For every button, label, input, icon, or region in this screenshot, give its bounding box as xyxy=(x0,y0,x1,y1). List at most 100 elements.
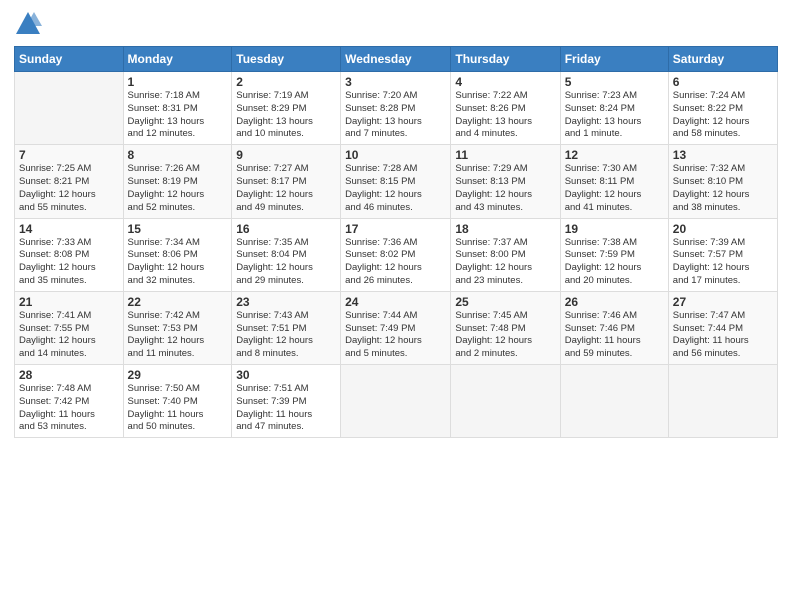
calendar-cell: 28Sunrise: 7:48 AM Sunset: 7:42 PM Dayli… xyxy=(15,365,124,438)
calendar-cell: 14Sunrise: 7:33 AM Sunset: 8:08 PM Dayli… xyxy=(15,218,124,291)
calendar-cell: 25Sunrise: 7:45 AM Sunset: 7:48 PM Dayli… xyxy=(451,291,560,364)
day-info: Sunrise: 7:25 AM Sunset: 8:21 PM Dayligh… xyxy=(19,163,119,214)
calendar-header-thursday: Thursday xyxy=(451,47,560,72)
day-number: 23 xyxy=(236,295,336,309)
calendar-cell: 26Sunrise: 7:46 AM Sunset: 7:46 PM Dayli… xyxy=(560,291,668,364)
day-number: 10 xyxy=(345,148,446,162)
calendar-cell: 22Sunrise: 7:42 AM Sunset: 7:53 PM Dayli… xyxy=(123,291,232,364)
day-number: 25 xyxy=(455,295,555,309)
calendar-header-tuesday: Tuesday xyxy=(232,47,341,72)
calendar-week-5: 28Sunrise: 7:48 AM Sunset: 7:42 PM Dayli… xyxy=(15,365,778,438)
calendar-cell: 10Sunrise: 7:28 AM Sunset: 8:15 PM Dayli… xyxy=(341,145,451,218)
calendar-cell: 12Sunrise: 7:30 AM Sunset: 8:11 PM Dayli… xyxy=(560,145,668,218)
calendar-cell: 30Sunrise: 7:51 AM Sunset: 7:39 PM Dayli… xyxy=(232,365,341,438)
day-number: 9 xyxy=(236,148,336,162)
day-info: Sunrise: 7:45 AM Sunset: 7:48 PM Dayligh… xyxy=(455,310,555,361)
day-info: Sunrise: 7:18 AM Sunset: 8:31 PM Dayligh… xyxy=(128,90,228,141)
logo-icon xyxy=(14,10,42,38)
calendar-week-3: 14Sunrise: 7:33 AM Sunset: 8:08 PM Dayli… xyxy=(15,218,778,291)
calendar-cell: 11Sunrise: 7:29 AM Sunset: 8:13 PM Dayli… xyxy=(451,145,560,218)
day-number: 13 xyxy=(673,148,773,162)
calendar-cell: 5Sunrise: 7:23 AM Sunset: 8:24 PM Daylig… xyxy=(560,72,668,145)
day-number: 24 xyxy=(345,295,446,309)
calendar-cell: 15Sunrise: 7:34 AM Sunset: 8:06 PM Dayli… xyxy=(123,218,232,291)
calendar-header-wednesday: Wednesday xyxy=(341,47,451,72)
day-info: Sunrise: 7:51 AM Sunset: 7:39 PM Dayligh… xyxy=(236,383,336,434)
logo xyxy=(14,10,44,38)
day-number: 28 xyxy=(19,368,119,382)
page: SundayMondayTuesdayWednesdayThursdayFrid… xyxy=(0,0,792,612)
day-info: Sunrise: 7:20 AM Sunset: 8:28 PM Dayligh… xyxy=(345,90,446,141)
day-info: Sunrise: 7:46 AM Sunset: 7:46 PM Dayligh… xyxy=(565,310,664,361)
calendar-cell: 27Sunrise: 7:47 AM Sunset: 7:44 PM Dayli… xyxy=(668,291,777,364)
day-info: Sunrise: 7:35 AM Sunset: 8:04 PM Dayligh… xyxy=(236,237,336,288)
day-info: Sunrise: 7:42 AM Sunset: 7:53 PM Dayligh… xyxy=(128,310,228,361)
day-number: 20 xyxy=(673,222,773,236)
calendar-cell: 9Sunrise: 7:27 AM Sunset: 8:17 PM Daylig… xyxy=(232,145,341,218)
day-number: 15 xyxy=(128,222,228,236)
day-info: Sunrise: 7:28 AM Sunset: 8:15 PM Dayligh… xyxy=(345,163,446,214)
day-number: 27 xyxy=(673,295,773,309)
day-info: Sunrise: 7:41 AM Sunset: 7:55 PM Dayligh… xyxy=(19,310,119,361)
day-info: Sunrise: 7:48 AM Sunset: 7:42 PM Dayligh… xyxy=(19,383,119,434)
calendar-header-sunday: Sunday xyxy=(15,47,124,72)
day-info: Sunrise: 7:30 AM Sunset: 8:11 PM Dayligh… xyxy=(565,163,664,214)
calendar-cell: 8Sunrise: 7:26 AM Sunset: 8:19 PM Daylig… xyxy=(123,145,232,218)
calendar-cell xyxy=(668,365,777,438)
day-info: Sunrise: 7:29 AM Sunset: 8:13 PM Dayligh… xyxy=(455,163,555,214)
calendar-cell: 13Sunrise: 7:32 AM Sunset: 8:10 PM Dayli… xyxy=(668,145,777,218)
calendar-cell xyxy=(451,365,560,438)
day-info: Sunrise: 7:32 AM Sunset: 8:10 PM Dayligh… xyxy=(673,163,773,214)
calendar-cell: 20Sunrise: 7:39 AM Sunset: 7:57 PM Dayli… xyxy=(668,218,777,291)
calendar-cell: 4Sunrise: 7:22 AM Sunset: 8:26 PM Daylig… xyxy=(451,72,560,145)
calendar-week-2: 7Sunrise: 7:25 AM Sunset: 8:21 PM Daylig… xyxy=(15,145,778,218)
day-number: 26 xyxy=(565,295,664,309)
day-number: 4 xyxy=(455,75,555,89)
calendar-week-1: 1Sunrise: 7:18 AM Sunset: 8:31 PM Daylig… xyxy=(15,72,778,145)
calendar-header-saturday: Saturday xyxy=(668,47,777,72)
calendar-header-row: SundayMondayTuesdayWednesdayThursdayFrid… xyxy=(15,47,778,72)
day-info: Sunrise: 7:43 AM Sunset: 7:51 PM Dayligh… xyxy=(236,310,336,361)
calendar-header-monday: Monday xyxy=(123,47,232,72)
calendar-cell: 7Sunrise: 7:25 AM Sunset: 8:21 PM Daylig… xyxy=(15,145,124,218)
day-number: 18 xyxy=(455,222,555,236)
calendar-cell: 3Sunrise: 7:20 AM Sunset: 8:28 PM Daylig… xyxy=(341,72,451,145)
calendar-cell: 2Sunrise: 7:19 AM Sunset: 8:29 PM Daylig… xyxy=(232,72,341,145)
day-number: 17 xyxy=(345,222,446,236)
calendar-cell: 29Sunrise: 7:50 AM Sunset: 7:40 PM Dayli… xyxy=(123,365,232,438)
day-number: 2 xyxy=(236,75,336,89)
day-info: Sunrise: 7:50 AM Sunset: 7:40 PM Dayligh… xyxy=(128,383,228,434)
day-number: 16 xyxy=(236,222,336,236)
calendar-table: SundayMondayTuesdayWednesdayThursdayFrid… xyxy=(14,46,778,438)
day-number: 7 xyxy=(19,148,119,162)
calendar-week-4: 21Sunrise: 7:41 AM Sunset: 7:55 PM Dayli… xyxy=(15,291,778,364)
day-info: Sunrise: 7:27 AM Sunset: 8:17 PM Dayligh… xyxy=(236,163,336,214)
calendar-cell: 18Sunrise: 7:37 AM Sunset: 8:00 PM Dayli… xyxy=(451,218,560,291)
day-number: 12 xyxy=(565,148,664,162)
calendar-cell xyxy=(341,365,451,438)
calendar-cell: 19Sunrise: 7:38 AM Sunset: 7:59 PM Dayli… xyxy=(560,218,668,291)
day-info: Sunrise: 7:38 AM Sunset: 7:59 PM Dayligh… xyxy=(565,237,664,288)
day-number: 14 xyxy=(19,222,119,236)
day-info: Sunrise: 7:24 AM Sunset: 8:22 PM Dayligh… xyxy=(673,90,773,141)
day-number: 6 xyxy=(673,75,773,89)
day-info: Sunrise: 7:39 AM Sunset: 7:57 PM Dayligh… xyxy=(673,237,773,288)
calendar-cell xyxy=(15,72,124,145)
day-info: Sunrise: 7:44 AM Sunset: 7:49 PM Dayligh… xyxy=(345,310,446,361)
calendar-cell: 23Sunrise: 7:43 AM Sunset: 7:51 PM Dayli… xyxy=(232,291,341,364)
day-info: Sunrise: 7:34 AM Sunset: 8:06 PM Dayligh… xyxy=(128,237,228,288)
day-info: Sunrise: 7:47 AM Sunset: 7:44 PM Dayligh… xyxy=(673,310,773,361)
day-info: Sunrise: 7:23 AM Sunset: 8:24 PM Dayligh… xyxy=(565,90,664,141)
day-info: Sunrise: 7:19 AM Sunset: 8:29 PM Dayligh… xyxy=(236,90,336,141)
day-number: 21 xyxy=(19,295,119,309)
calendar-cell: 24Sunrise: 7:44 AM Sunset: 7:49 PM Dayli… xyxy=(341,291,451,364)
calendar-cell: 6Sunrise: 7:24 AM Sunset: 8:22 PM Daylig… xyxy=(668,72,777,145)
day-info: Sunrise: 7:36 AM Sunset: 8:02 PM Dayligh… xyxy=(345,237,446,288)
day-number: 29 xyxy=(128,368,228,382)
calendar-cell: 21Sunrise: 7:41 AM Sunset: 7:55 PM Dayli… xyxy=(15,291,124,364)
calendar-cell: 1Sunrise: 7:18 AM Sunset: 8:31 PM Daylig… xyxy=(123,72,232,145)
day-number: 11 xyxy=(455,148,555,162)
calendar-cell: 16Sunrise: 7:35 AM Sunset: 8:04 PM Dayli… xyxy=(232,218,341,291)
day-number: 30 xyxy=(236,368,336,382)
day-info: Sunrise: 7:26 AM Sunset: 8:19 PM Dayligh… xyxy=(128,163,228,214)
